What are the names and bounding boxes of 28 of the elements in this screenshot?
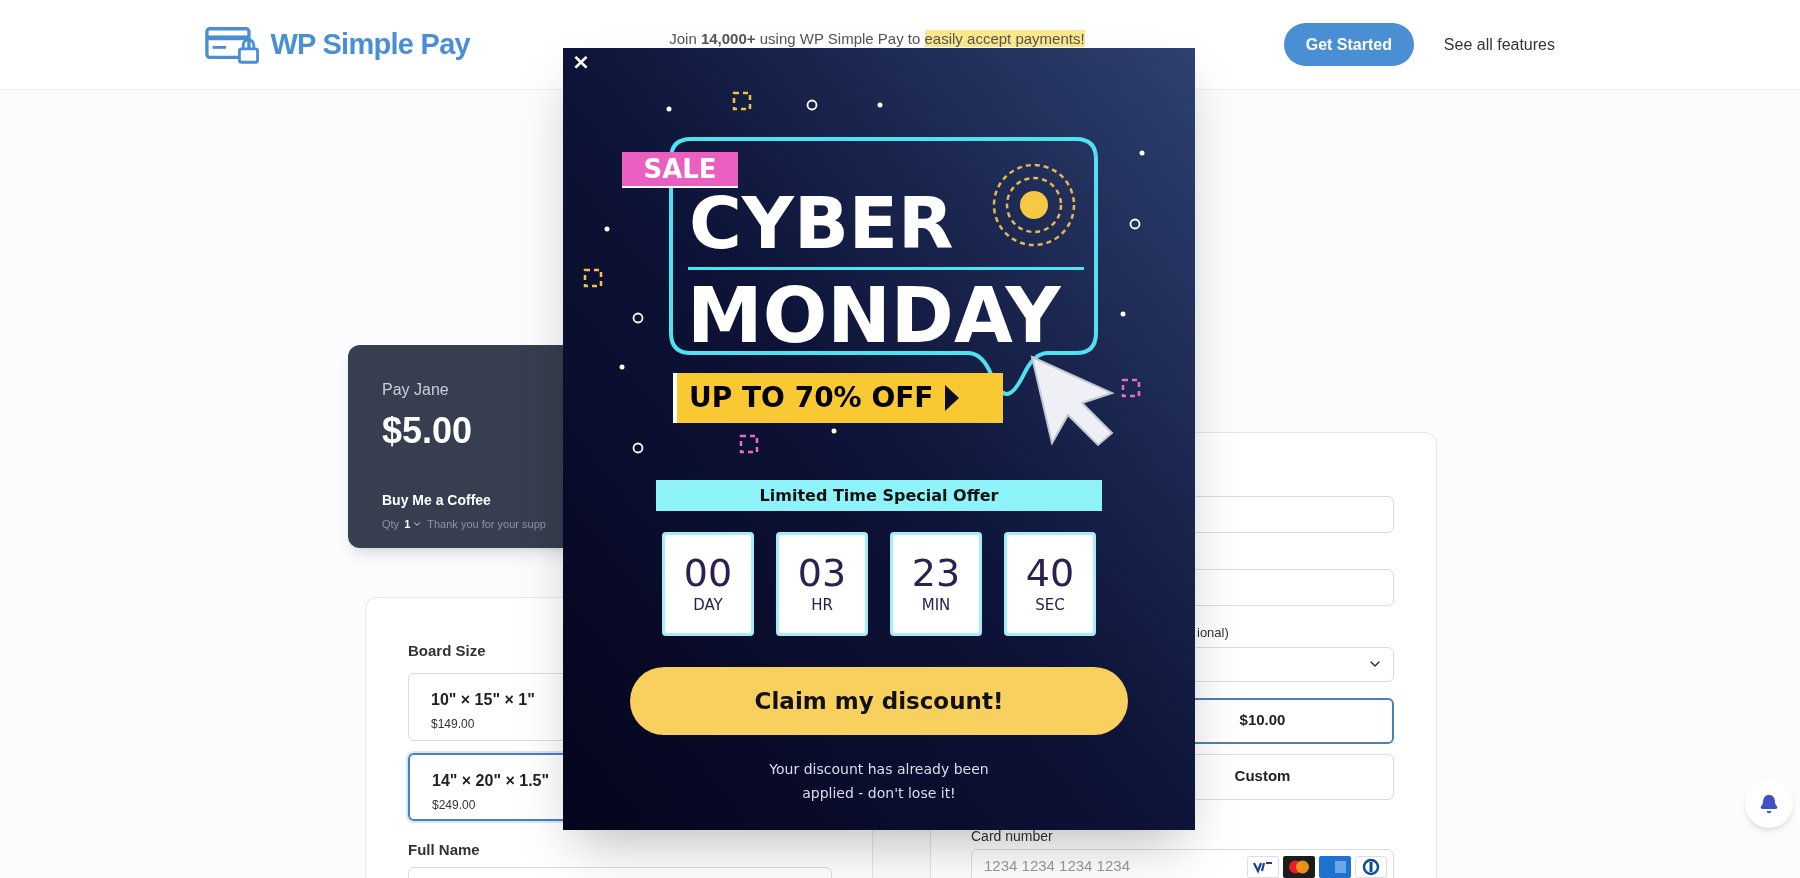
payee-name: Pay Jane [382,380,450,400]
option-price: $149.00 [431,715,475,733]
footnote: Your discount has already been applied - don't lose it! [768,760,990,803]
countdown-value: 00 [683,551,733,594]
sale-tag: SALE [622,152,738,188]
countdown-value: 23 [911,551,961,594]
countdown-unit: DAY [693,594,723,616]
amount: $5.00 [382,409,474,453]
field-label: ional) [1197,624,1230,642]
field-label: Full Name [408,839,481,860]
option-name: 10" × 15" × 1" [431,689,535,710]
qty-label: Qty [382,517,400,532]
discount-text: UP TO 70% OFF [689,380,934,416]
countdown-unit: MIN [921,594,951,616]
item-name: Buy Me a Coffee [382,491,492,510]
headline: MONDAY [687,276,1061,356]
field-label: Card number [971,826,1054,846]
headline: CYBER [689,185,954,261]
tagline: Join 14,000+ using WP Simple Pay to easily accept payments! [669,29,1085,50]
field-label: Board Size [408,641,487,661]
option-price: $249.00 [432,796,476,814]
countdown-value: 40 [1025,551,1075,594]
countdown-unit: SEC [1035,594,1065,616]
item-note: Thank you for your supp [427,517,546,532]
countdown-unit: HR [811,594,833,616]
offer-ribbon: Limited Time Special Offer [656,480,1102,511]
option-name: 14" × 20" × 1.5" [432,770,550,791]
countdown-value: 03 [797,551,847,594]
